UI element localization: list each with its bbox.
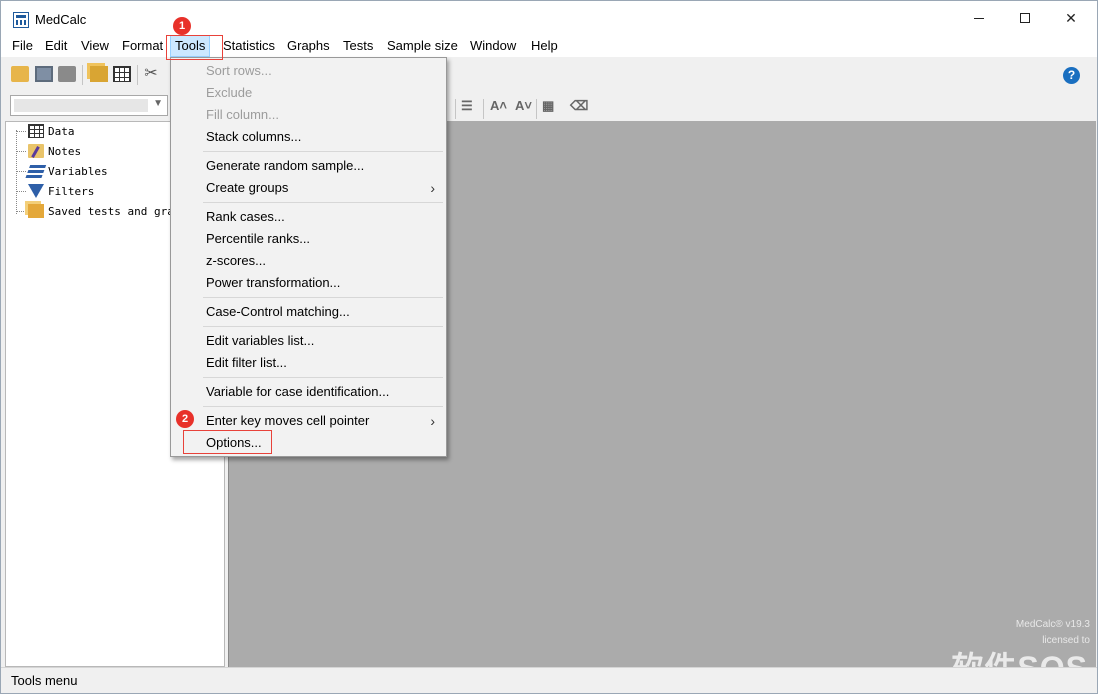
- menu-edit[interactable]: Edit: [41, 35, 71, 57]
- tree-item-filters[interactable]: Filters: [16, 182, 94, 200]
- menu-separator: [203, 326, 443, 327]
- menu-item-create-groups[interactable]: Create groups ›: [172, 177, 445, 199]
- open-folder-icon[interactable]: [11, 66, 29, 82]
- menu-separator: [203, 151, 443, 152]
- menu-graphs[interactable]: Graphs: [283, 35, 334, 57]
- chevron-right-icon: ›: [430, 180, 435, 196]
- toolbar-separator: [455, 99, 456, 119]
- decrease-font-icon[interactable]: A˅: [515, 98, 532, 113]
- tree-tick: [16, 130, 26, 132]
- toolbar-separator: [536, 99, 537, 119]
- main-toolbar: ✂ ?: [1, 57, 1097, 91]
- variables-icon: [25, 164, 47, 178]
- menu-separator: [203, 202, 443, 203]
- menu-item-exclude[interactable]: Exclude: [172, 82, 445, 104]
- menu-item-stack-columns[interactable]: Stack columns...: [172, 126, 445, 148]
- minimize-button[interactable]: [956, 1, 1002, 35]
- spreadsheet-icon: [28, 124, 44, 138]
- menu-statistics[interactable]: Statistics: [219, 35, 279, 57]
- menu-item-fill-column[interactable]: Fill column...: [172, 104, 445, 126]
- print-icon[interactable]: [58, 66, 76, 82]
- menu-file[interactable]: File: [8, 35, 37, 57]
- save-icon[interactable]: [35, 66, 53, 82]
- menu-sample-size[interactable]: Sample size: [383, 35, 462, 57]
- step-badge-1: 1: [173, 17, 191, 35]
- menu-separator: [203, 377, 443, 378]
- chevron-down-icon: ▼: [153, 98, 163, 109]
- close-button[interactable]: ✕: [1048, 1, 1094, 35]
- status-bar: Tools menu: [1, 667, 1097, 693]
- menu-tests[interactable]: Tests: [339, 35, 377, 57]
- medcalc-app-icon: [13, 12, 29, 28]
- menu-view[interactable]: View: [77, 35, 113, 57]
- maximize-icon: [1020, 13, 1030, 23]
- font-combo[interactable]: ▼: [10, 95, 168, 116]
- tree-item-label: Filters: [48, 184, 95, 198]
- menu-separator: [203, 297, 443, 298]
- title-bar: MedCalc ✕: [1, 1, 1097, 35]
- menu-item-generate-random-sample[interactable]: Generate random sample...: [172, 155, 445, 177]
- menu-item-variable-for-case-id[interactable]: Variable for case identification...: [172, 381, 445, 403]
- status-text: Tools menu: [11, 673, 78, 688]
- tools-menu-dropdown: Sort rows... Exclude Fill column... Stac…: [170, 57, 447, 457]
- menu-item-case-control-matching[interactable]: Case-Control matching...: [172, 301, 445, 323]
- toolbar-separator: [137, 65, 138, 85]
- step-badge-2: 2: [176, 410, 194, 428]
- tree-item-notes[interactable]: Notes: [16, 142, 81, 160]
- help-icon[interactable]: ?: [1063, 67, 1080, 84]
- saved-tests-icon: [28, 204, 44, 218]
- window-title: MedCalc: [35, 12, 87, 27]
- menu-item-power-transformation[interactable]: Power transformation...: [172, 272, 445, 294]
- notes-icon: [28, 144, 44, 158]
- menu-item-z-scores[interactable]: z-scores...: [172, 250, 445, 272]
- menu-item-percentile-ranks[interactable]: Percentile ranks...: [172, 228, 445, 250]
- tree-tick: [16, 170, 26, 172]
- scissors-icon[interactable]: ✂: [142, 66, 160, 82]
- menu-item-rank-cases[interactable]: Rank cases...: [172, 206, 445, 228]
- menu-item-enter-key-moves[interactable]: Enter key moves cell pointer ›: [172, 410, 445, 432]
- chevron-right-icon: ›: [430, 413, 435, 429]
- edit-table-icon[interactable]: ▦: [542, 98, 554, 114]
- tree-tick: [16, 150, 26, 152]
- tree-item-data[interactable]: Data: [16, 122, 75, 140]
- menu-format[interactable]: Format: [118, 35, 167, 57]
- menu-item-edit-variables-list[interactable]: Edit variables list...: [172, 330, 445, 352]
- menu-help[interactable]: Help: [527, 35, 562, 57]
- tree-item-saved-tests[interactable]: Saved tests and graphs: [16, 202, 194, 220]
- tree-tick: [16, 210, 26, 212]
- menu-item-sort-rows[interactable]: Sort rows...: [172, 60, 445, 82]
- menu-item-edit-filter-list[interactable]: Edit filter list...: [172, 352, 445, 374]
- options-highlight-box: [183, 430, 272, 454]
- maximize-button[interactable]: [1002, 1, 1048, 35]
- tree-tick: [16, 190, 26, 192]
- minimize-icon: [974, 17, 984, 19]
- toolbar-separator: [82, 65, 83, 85]
- clear-format-icon[interactable]: ⌫: [570, 98, 588, 114]
- tree-item-label: Notes: [48, 144, 82, 158]
- copy-icon[interactable]: [90, 66, 108, 82]
- increase-font-icon[interactable]: A˄: [490, 98, 507, 113]
- spreadsheet-icon[interactable]: [113, 66, 131, 82]
- tools-highlight-box: [166, 35, 223, 60]
- menu-window[interactable]: Window: [466, 35, 520, 57]
- close-icon: ✕: [1065, 9, 1077, 26]
- menu-separator: [203, 406, 443, 407]
- tree-item-label: Variables: [48, 164, 108, 178]
- tree-item-label: Data: [48, 124, 75, 138]
- list-icon[interactable]: ☰: [461, 98, 473, 114]
- menu-item-label: Enter key moves cell pointer: [206, 413, 370, 428]
- combo-value: [14, 99, 148, 112]
- version-watermark: MedCalc® v19.3: [1015, 619, 1090, 630]
- tree-item-variables[interactable]: Variables: [16, 162, 108, 180]
- medcalc-window: MedCalc ✕ File Edit View Format Tools St…: [0, 0, 1098, 694]
- menu-item-label: Create groups: [206, 180, 289, 195]
- toolbar-separator: [483, 99, 484, 119]
- filter-icon: [28, 184, 44, 198]
- format-toolbar: ▼ ☰ A˄ A˅ ▦ ⌫: [1, 91, 1097, 121]
